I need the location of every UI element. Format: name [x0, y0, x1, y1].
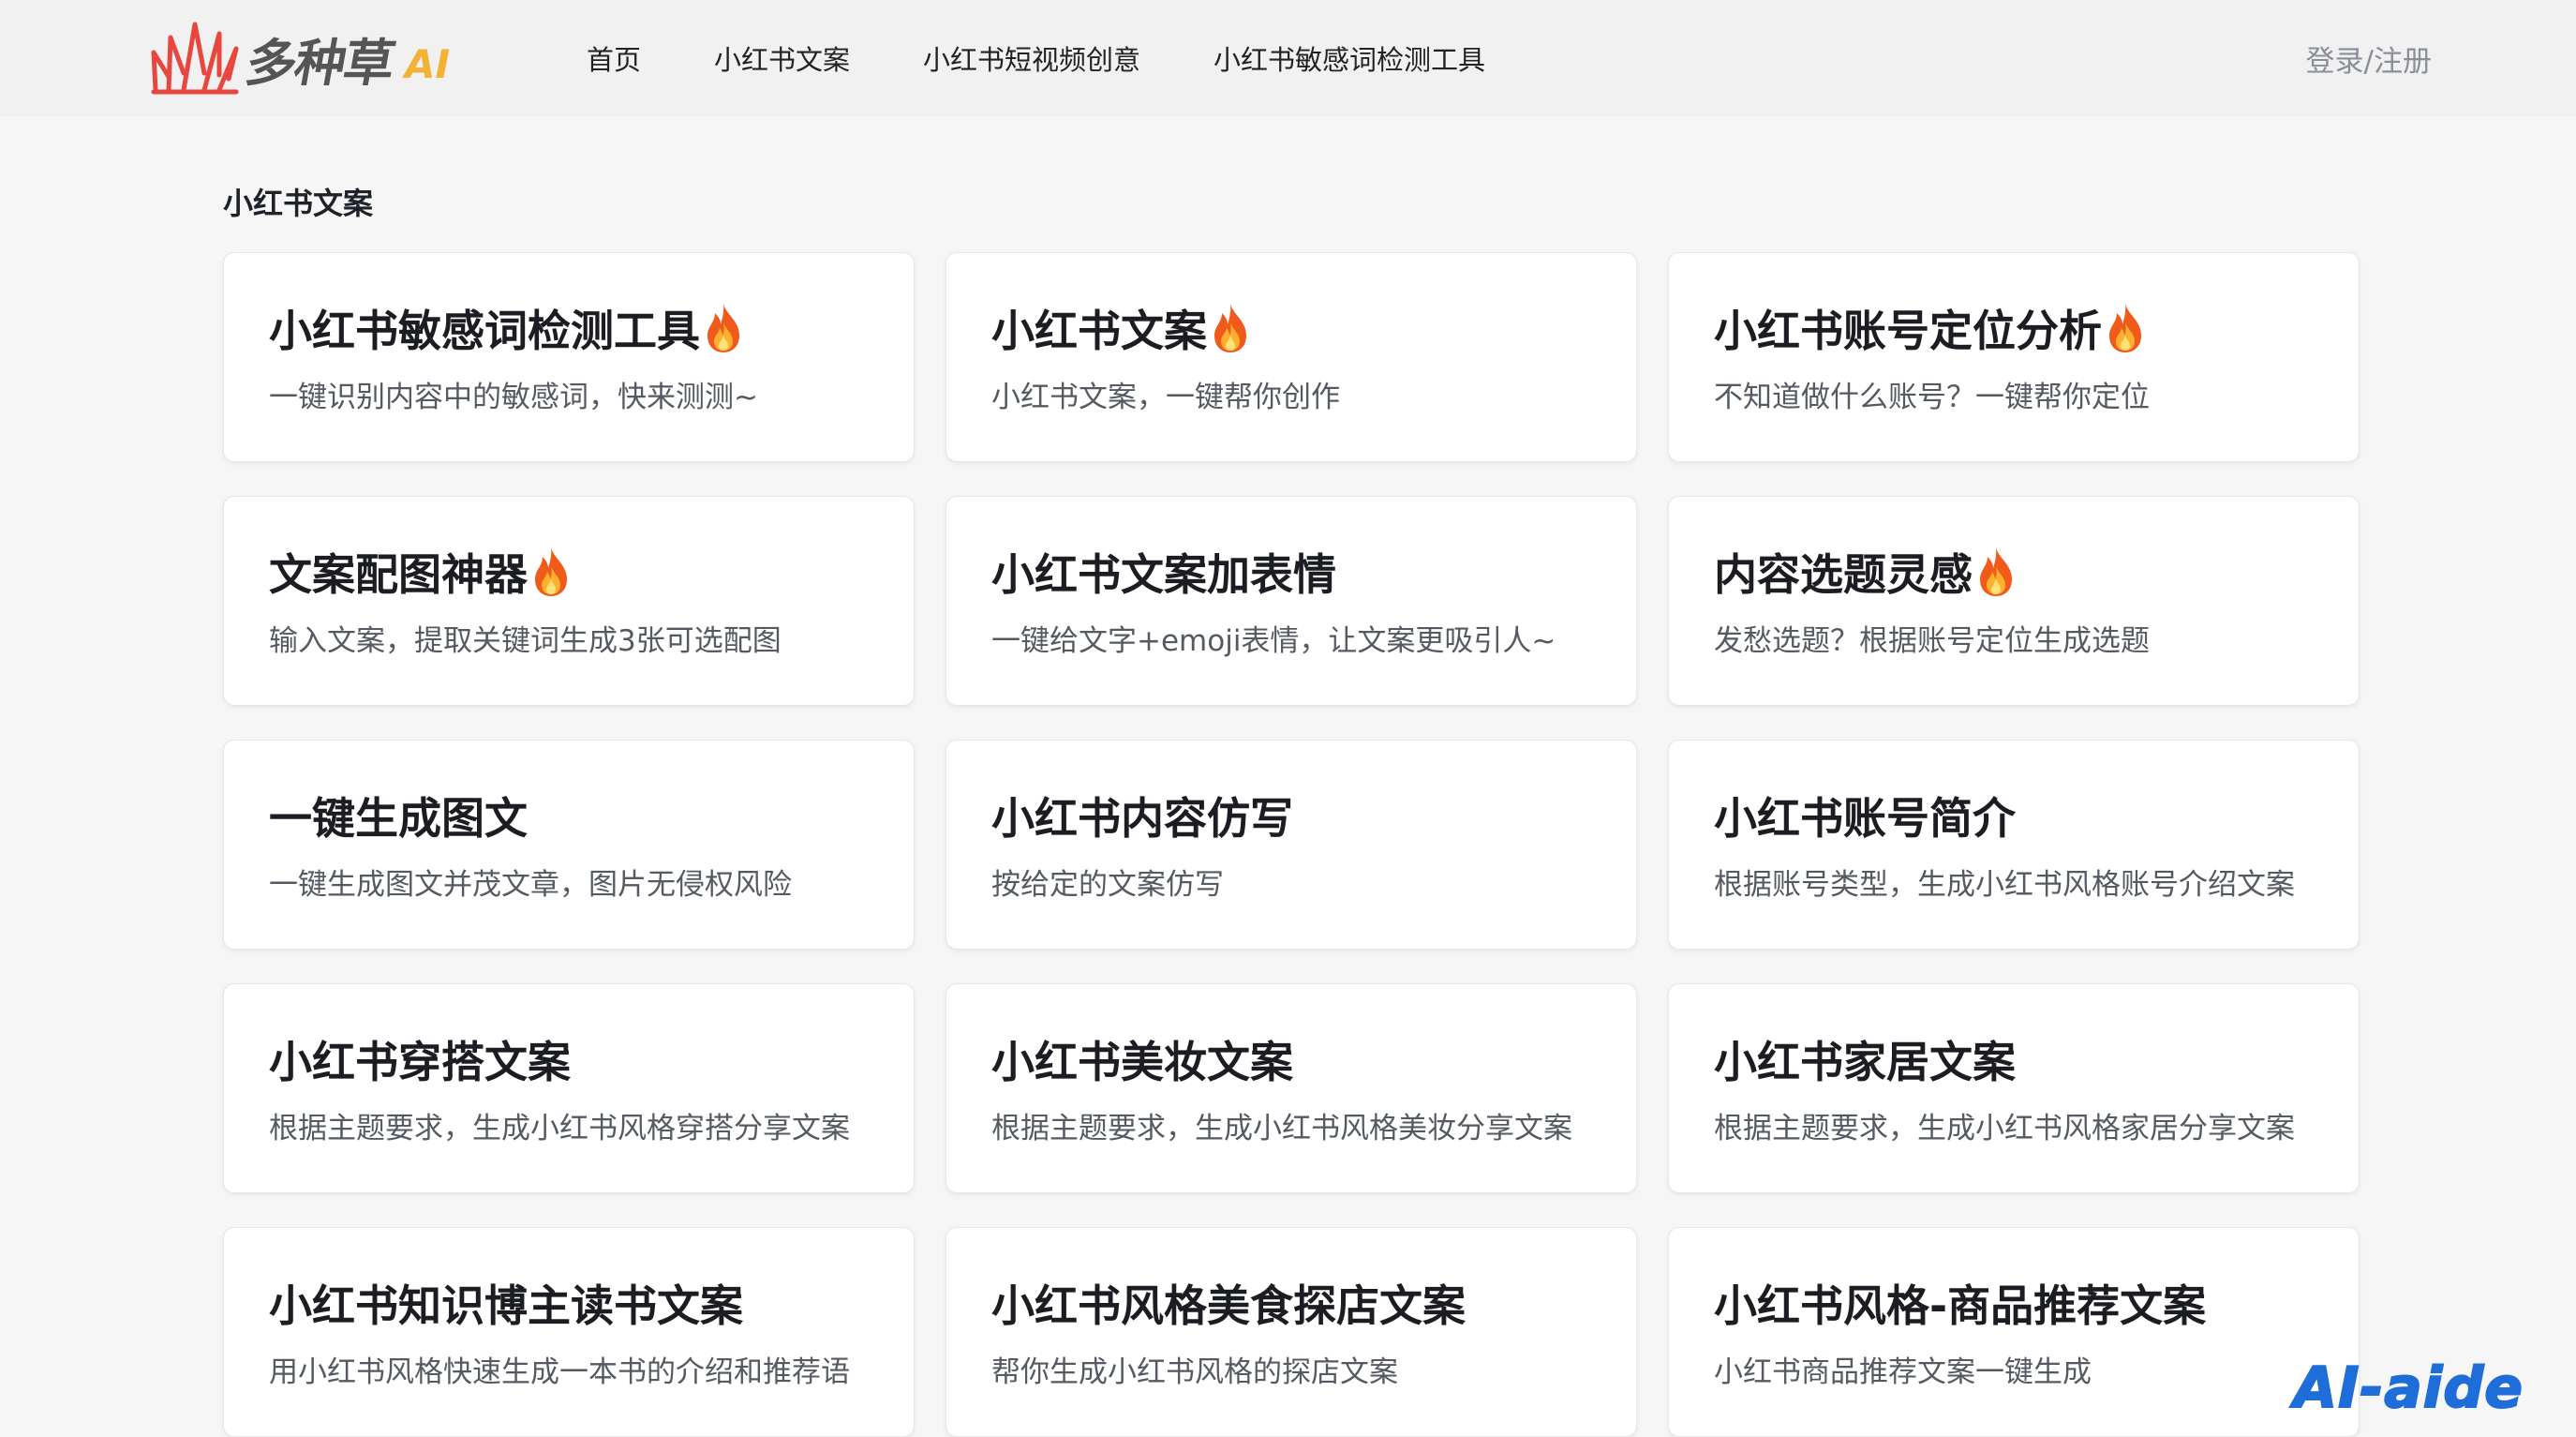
card-description: 小红书文案，一键帮你创作 [991, 381, 1340, 414]
card-title: 小红书美妆文案 [991, 1031, 1591, 1087]
card-title: 小红书敏感词检测工具 [269, 300, 869, 356]
card-title: 文案配图神器 [269, 544, 869, 600]
logo-ai-badge: AI [405, 40, 451, 87]
card-title-text: 小红书文案加表情 [991, 549, 1336, 600]
card-description: 按给定的文案仿写 [991, 868, 1224, 902]
nav-xhs-copy[interactable]: 小红书文案 [714, 38, 850, 78]
grass-logo-icon [151, 22, 239, 95]
card-title-text: 小红书风格美食探店文案 [991, 1280, 1466, 1331]
card-title-text: 小红书敏感词检测工具 [269, 306, 700, 356]
card-description: 发愁选题？根据账号定位生成选题 [1714, 624, 2150, 658]
card-description: 一键给文字+emoji表情，让文案更吸引人~ [991, 624, 1556, 658]
tool-card[interactable]: 小红书穿搭文案根据主题要求，生成小红书风格穿搭分享文案 [223, 983, 915, 1193]
top-header: 多种草 AI 首页 小红书文案 小红书短视频创意 小红书敏感词检测工具 登录/注… [0, 0, 2576, 116]
card-title-text: 小红书美妆文案 [991, 1037, 1293, 1087]
card-description: 用小红书风格快速生成一本书的介绍和推荐语 [269, 1355, 850, 1389]
tool-card[interactable]: 小红书内容仿写按给定的文案仿写 [946, 740, 1637, 950]
card-title-text: 小红书穿搭文案 [269, 1037, 571, 1087]
tool-card[interactable]: 内容选题灵感发愁选题？根据账号定位生成选题 [1668, 496, 2360, 706]
tool-card[interactable]: 文案配图神器输入文案，提取关键词生成3张可选配图 [223, 496, 915, 706]
tool-card[interactable]: 小红书账号定位分析不知道做什么账号？一键帮你定位 [1668, 252, 2360, 462]
card-title-text: 小红书文案 [991, 306, 1207, 356]
main-nav: 首页 小红书文案 小红书短视频创意 小红书敏感词检测工具 [587, 0, 1558, 116]
login-register-link[interactable]: 登录/注册 [2306, 0, 2432, 116]
card-description: 根据主题要求，生成小红书风格美妆分享文案 [991, 1112, 1572, 1145]
card-description: 帮你生成小红书风格的探店文案 [991, 1355, 1398, 1389]
card-title: 小红书账号定位分析 [1714, 300, 2314, 356]
card-description: 一键识别内容中的敏感词，快来测测~ [269, 381, 758, 414]
card-title: 小红书风格-商品推荐文案 [1714, 1275, 2314, 1331]
fire-icon [1209, 302, 1252, 354]
card-title: 一键生成图文 [269, 787, 869, 844]
site-logo[interactable]: 多种草 AI [150, 11, 450, 105]
card-title: 小红书内容仿写 [991, 787, 1591, 844]
card-title-text: 一键生成图文 [269, 793, 528, 844]
fire-icon [702, 302, 745, 354]
tool-card[interactable]: 小红书文案小红书文案，一键帮你创作 [946, 252, 1637, 462]
nav-home[interactable]: 首页 [587, 38, 641, 78]
tool-card[interactable]: 小红书知识博主读书文案用小红书风格快速生成一本书的介绍和推荐语 [223, 1227, 915, 1437]
tool-card[interactable]: 小红书敏感词检测工具一键识别内容中的敏感词，快来测测~ [223, 252, 915, 462]
card-description: 一键生成图文并茂文章，图片无侵权风险 [269, 868, 792, 902]
card-title-text: 小红书风格-商品推荐文案 [1714, 1280, 2207, 1331]
tool-card[interactable]: 一键生成图文一键生成图文并茂文章，图片无侵权风险 [223, 740, 915, 950]
tool-card[interactable]: 小红书美妆文案根据主题要求，生成小红书风格美妆分享文案 [946, 983, 1637, 1193]
card-description: 小红书商品推荐文案一键生成 [1714, 1355, 2092, 1389]
watermark-logo: AI-aide [2293, 1355, 2524, 1421]
card-description: 输入文案，提取关键词生成3张可选配图 [269, 624, 782, 658]
card-title-text: 小红书账号简介 [1714, 793, 2016, 844]
nav-xhs-video-idea[interactable]: 小红书短视频创意 [923, 38, 1140, 78]
section-title: 小红书文案 [223, 186, 374, 221]
card-description: 不知道做什么账号？一键帮你定位 [1714, 381, 2150, 414]
nav-xhs-sensitive-check[interactable]: 小红书敏感词检测工具 [1214, 38, 1485, 78]
card-title-text: 小红书账号定位分析 [1714, 306, 2102, 356]
fire-icon [1974, 546, 2018, 598]
card-title: 小红书文案 [991, 300, 1591, 356]
card-title: 小红书风格美食探店文案 [991, 1275, 1591, 1331]
card-title: 小红书家居文案 [1714, 1031, 2314, 1087]
card-description: 根据主题要求，生成小红书风格家居分享文案 [1714, 1112, 2295, 1145]
card-title: 小红书知识博主读书文案 [269, 1275, 869, 1331]
card-title: 内容选题灵感 [1714, 544, 2314, 600]
fire-icon [529, 546, 573, 598]
card-description: 根据账号类型，生成小红书风格账号介绍文案 [1714, 868, 2295, 902]
card-title-text: 文案配图神器 [269, 549, 528, 600]
logo-text: 多种草 [241, 33, 398, 93]
card-title-text: 内容选题灵感 [1714, 549, 1973, 600]
tool-card-grid: 小红书敏感词检测工具 一键识别内容中的敏感词，快来测测~ 小红书文案 小红书文案，一键… [223, 252, 2363, 1437]
tool-card[interactable]: 小红书文案加表情一键给文字+emoji表情，让文案更吸引人~ [946, 496, 1637, 706]
card-title: 小红书账号简介 [1714, 787, 2314, 844]
tool-card[interactable]: 小红书家居文案根据主题要求，生成小红书风格家居分享文案 [1668, 983, 2360, 1193]
card-title-text: 小红书内容仿写 [991, 793, 1293, 844]
card-description: 根据主题要求，生成小红书风格穿搭分享文案 [269, 1112, 850, 1145]
tool-card[interactable]: 小红书风格-商品推荐文案小红书商品推荐文案一键生成 [1668, 1227, 2360, 1437]
tool-card[interactable]: 小红书风格美食探店文案帮你生成小红书风格的探店文案 [946, 1227, 1637, 1437]
card-title-text: 小红书知识博主读书文案 [269, 1280, 743, 1331]
card-title: 小红书穿搭文案 [269, 1031, 869, 1087]
card-title: 小红书文案加表情 [991, 544, 1591, 600]
fire-icon [2104, 302, 2147, 354]
card-title-text: 小红书家居文案 [1714, 1037, 2016, 1087]
tool-card[interactable]: 小红书账号简介根据账号类型，生成小红书风格账号介绍文案 [1668, 740, 2360, 950]
